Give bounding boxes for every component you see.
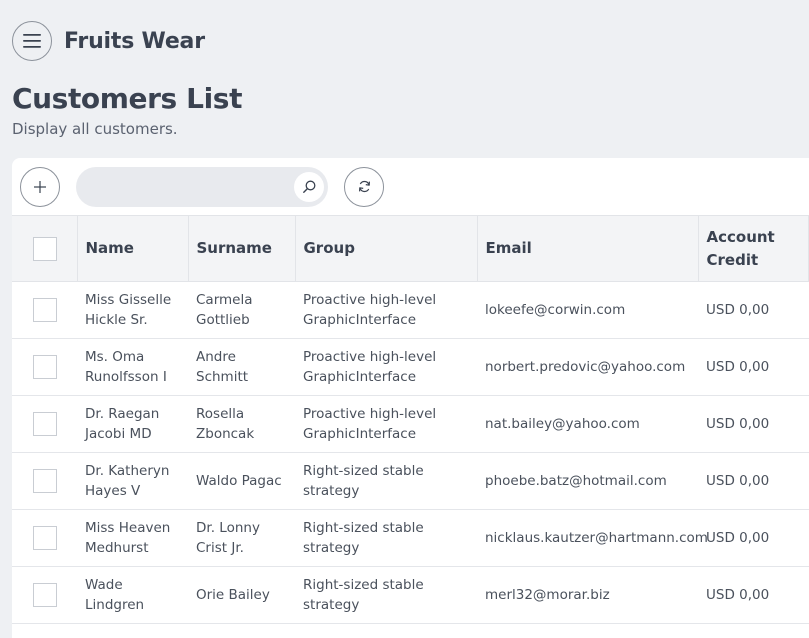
table-row[interactable]: Miss Heaven Medhurst Dr. Lonny Crist Jr.… [12, 510, 809, 567]
cell-email: phoebe.batz@hotmail.com [485, 473, 667, 489]
cell-surname: Andre Schmitt [196, 349, 249, 385]
customers-card: Name Surname Group Email Account Credit … [12, 158, 809, 638]
cell-email: nat.bailey@yahoo.com [485, 416, 640, 432]
refresh-icon [358, 180, 370, 193]
cell-group: Proactive high-level GraphicInterface [303, 406, 437, 442]
select-all-checkbox[interactable] [33, 236, 57, 261]
cell-name: Miss Gisselle Hickle Sr. [85, 292, 172, 328]
table-toolbar [12, 158, 809, 215]
table-row[interactable]: Dr. Raegan Jacobi MD Rosella Zboncak Pro… [12, 396, 809, 453]
cell-group: Right-sized stable strategy [303, 577, 424, 613]
column-header-surname[interactable]: Surname [188, 215, 296, 282]
table-header-row: Name Surname Group Email Account Credit [12, 215, 809, 282]
add-button[interactable] [20, 166, 60, 207]
cell-group: Proactive high-level GraphicInterface [303, 349, 437, 385]
plus-icon [34, 180, 46, 193]
cell-account-credit: USD 0,00 [706, 473, 770, 489]
table-row[interactable]: Dr. Katheryn Hayes V Waldo Pagac Right-s… [12, 453, 809, 510]
search-button[interactable] [294, 171, 324, 202]
cell-group: Right-sized stable strategy [303, 463, 424, 499]
row-checkbox[interactable] [33, 583, 57, 607]
cell-name: Dr. Raegan Jacobi MD [85, 406, 160, 442]
cell-surname: Orie Bailey [196, 587, 270, 603]
select-all-cell [12, 215, 78, 282]
cell-account-credit: USD 0,00 [706, 359, 770, 375]
cell-group: Proactive high-level GraphicInterface [303, 292, 437, 328]
cell-account-credit: USD 0,00 [706, 416, 770, 432]
row-checkbox[interactable] [33, 355, 57, 379]
app-title: Fruits Wear [64, 28, 205, 54]
page-title: Customers List [12, 82, 243, 115]
table-row[interactable]: Ms. Oma Runolfsson I Andre Schmitt Proac… [12, 339, 809, 396]
cell-account-credit: USD 0,00 [706, 530, 770, 546]
row-checkbox[interactable] [33, 412, 57, 436]
top-bar: Fruits Wear [12, 21, 205, 61]
cell-email: merl32@morar.biz [485, 587, 610, 603]
row-checkbox[interactable] [33, 298, 57, 322]
cell-email: nicklaus.kautzer@hartmann.com [485, 530, 708, 546]
column-header-email[interactable]: Email [477, 215, 699, 282]
table-row[interactable]: Wade Lindgren Orie Bailey Right-sized st… [12, 567, 809, 624]
search-box [76, 166, 328, 207]
refresh-button[interactable] [344, 166, 384, 207]
menu-button[interactable] [12, 21, 52, 61]
cell-account-credit: USD 0,00 [706, 587, 770, 603]
column-header-name[interactable]: Name [77, 215, 189, 282]
cell-group: Right-sized stable strategy [303, 520, 424, 556]
search-icon [302, 180, 315, 193]
row-checkbox[interactable] [33, 526, 57, 550]
cell-name: Ms. Oma Runolfsson I [85, 349, 167, 385]
cell-email: norbert.predovic@yahoo.com [485, 359, 686, 375]
cell-surname: Dr. Lonny Crist Jr. [196, 520, 260, 556]
cell-name: Dr. Katheryn Hayes V [85, 463, 170, 499]
customers-table: Name Surname Group Email Account Credit … [12, 215, 809, 624]
cell-name: Miss Heaven Medhurst [85, 520, 171, 556]
search-input[interactable] [76, 166, 328, 207]
cell-surname: Rosella Zboncak [196, 406, 255, 442]
table-row[interactable]: Miss Gisselle Hickle Sr. Carmela Gottlie… [12, 282, 809, 339]
column-header-account-credit[interactable]: Account Credit [698, 215, 809, 282]
cell-account-credit: USD 0,00 [706, 302, 770, 318]
column-header-group[interactable]: Group [295, 215, 478, 282]
cell-name: Wade Lindgren [85, 577, 145, 613]
page-subtitle: Display all customers. [12, 120, 178, 138]
cell-surname: Carmela Gottlieb [196, 292, 253, 328]
row-checkbox[interactable] [33, 469, 57, 493]
cell-surname: Waldo Pagac [196, 473, 282, 489]
hamburger-icon [23, 34, 41, 48]
cell-email: lokeefe@corwin.com [485, 302, 626, 318]
